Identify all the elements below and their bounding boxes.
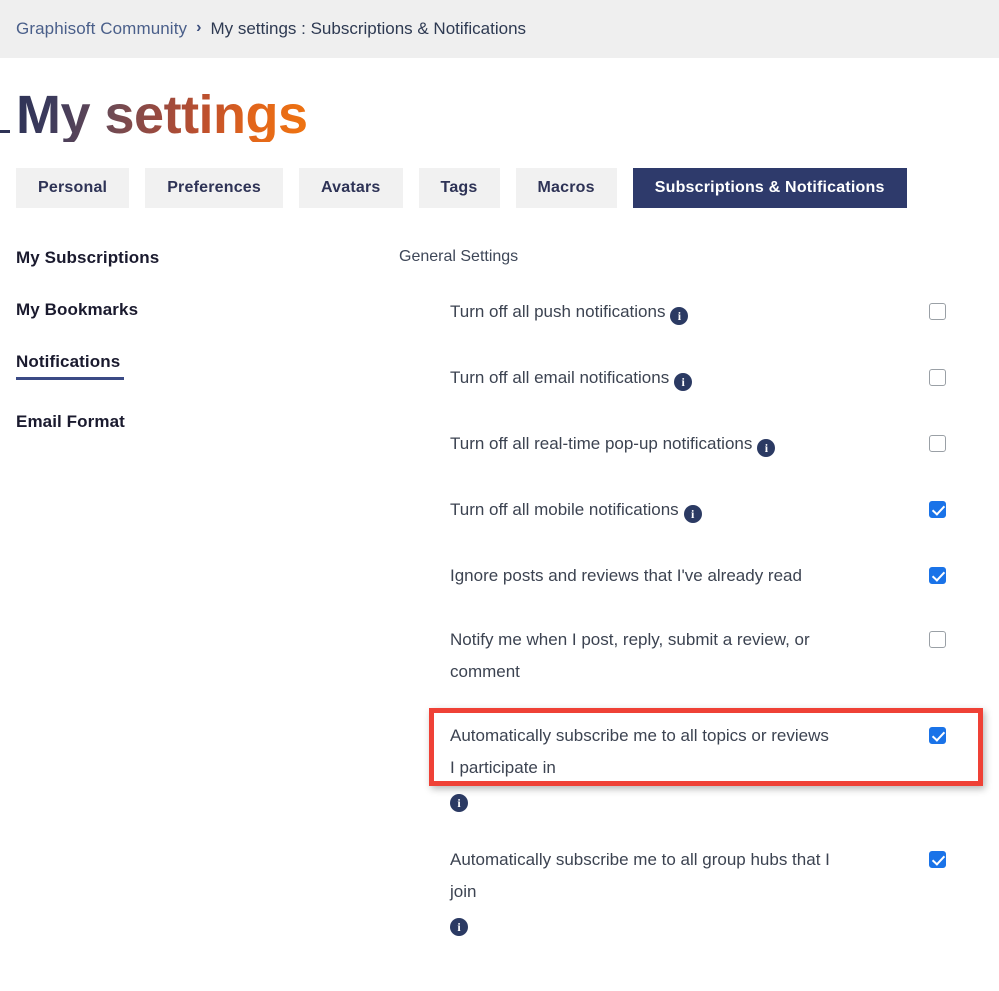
sidenav-item-label: Email Format	[16, 412, 125, 431]
setting-label-text: Ignore posts and reviews that I've alrea…	[450, 566, 802, 585]
active-underline	[16, 377, 124, 380]
setting-label: Notify me when I post, reply, submit a r…	[450, 624, 880, 688]
setting-label: Turn off all real-time pop-up notificati…	[450, 428, 775, 460]
setting-row: Turn off all real-time pop-up notificati…	[450, 428, 999, 460]
section-label-general-settings: General Settings	[399, 248, 999, 266]
title-accent-dash	[0, 130, 10, 133]
info-icon[interactable]: i	[757, 439, 775, 457]
sidenav-item-label: Notifications	[16, 352, 120, 371]
setting-label-text: Turn off all email notifications	[450, 368, 669, 387]
sidenav-item-email-format[interactable]: Email Format	[16, 412, 125, 432]
sidenav-item-notifications[interactable]: Notifications	[16, 352, 124, 380]
setting-label-text: Automatically subscribe me to all group …	[450, 850, 830, 901]
setting-checkbox[interactable]	[929, 851, 946, 868]
breadcrumb: Graphisoft Community › My settings : Sub…	[0, 0, 999, 58]
setting-label: Turn off all email notifications i	[450, 362, 692, 394]
sidenav-item-my-subscriptions[interactable]: My Subscriptions	[16, 248, 159, 268]
setting-label: Ignore posts and reviews that I've alrea…	[450, 560, 802, 592]
setting-label-text: Turn off all mobile notifications	[450, 500, 679, 519]
tab-tags[interactable]: Tags	[419, 168, 500, 208]
setting-checkbox[interactable]	[929, 501, 946, 518]
page-title-area: My settings	[0, 58, 999, 162]
settings-tabs: Personal Preferences Avatars Tags Macros…	[0, 168, 999, 208]
setting-label: Turn off all mobile notifications i	[450, 494, 702, 526]
info-icon[interactable]: i	[670, 307, 688, 325]
breadcrumb-root-link[interactable]: Graphisoft Community	[16, 19, 187, 39]
breadcrumb-current: My settings : Subscriptions & Notificati…	[210, 19, 526, 39]
setting-label-text: Notify me when I post, reply, submit a r…	[450, 630, 810, 681]
tab-macros[interactable]: Macros	[516, 168, 617, 208]
sidenav-item-my-bookmarks[interactable]: My Bookmarks	[16, 300, 138, 320]
setting-checkbox[interactable]	[929, 369, 946, 386]
info-icon[interactable]: i	[674, 373, 692, 391]
setting-label: Turn off all push notifications i	[450, 296, 688, 328]
setting-row: Automatically subscribe me to all group …	[450, 844, 999, 936]
setting-checkbox[interactable]	[929, 631, 946, 648]
sidenav-item-label: My Subscriptions	[16, 248, 159, 267]
setting-label-text: Automatically subscribe me to all topics…	[450, 726, 829, 777]
setting-checkbox[interactable]	[929, 727, 946, 744]
tab-personal[interactable]: Personal	[16, 168, 129, 208]
tab-subscriptions-notifications[interactable]: Subscriptions & Notifications	[633, 168, 907, 208]
setting-row: Notify me when I post, reply, submit a r…	[450, 624, 999, 688]
setting-row: Turn off all mobile notifications i	[450, 494, 999, 526]
page-title: My settings	[16, 88, 308, 142]
setting-checkbox[interactable]	[929, 567, 946, 584]
setting-checkbox[interactable]	[929, 435, 946, 452]
setting-row: Turn off all email notifications i	[450, 362, 999, 394]
info-icon[interactable]: i	[450, 794, 468, 812]
tab-avatars[interactable]: Avatars	[299, 168, 403, 208]
tab-preferences[interactable]: Preferences	[145, 168, 283, 208]
setting-label-text: Turn off all real-time pop-up notificati…	[450, 434, 752, 453]
setting-checkbox[interactable]	[929, 303, 946, 320]
setting-label: Automatically subscribe me to all group …	[450, 844, 835, 936]
sidenav-item-label: My Bookmarks	[16, 300, 138, 319]
settings-body: My Subscriptions My Bookmarks Notificati…	[0, 208, 999, 968]
setting-row: Turn off all push notifications i	[450, 296, 999, 328]
setting-row-highlighted: Automatically subscribe me to all topics…	[450, 720, 999, 812]
general-settings-panel: General Settings Turn off all push notif…	[392, 248, 999, 968]
info-icon[interactable]: i	[684, 505, 702, 523]
setting-row: Ignore posts and reviews that I've alrea…	[450, 560, 999, 592]
info-icon[interactable]: i	[450, 918, 468, 936]
settings-rows: Turn off all push notifications i Turn of…	[392, 296, 999, 936]
chevron-right-icon: ›	[196, 20, 201, 36]
setting-label-text: Turn off all push notifications	[450, 302, 665, 321]
setting-label: Automatically subscribe me to all topics…	[450, 720, 835, 812]
settings-sidenav: My Subscriptions My Bookmarks Notificati…	[0, 248, 392, 968]
